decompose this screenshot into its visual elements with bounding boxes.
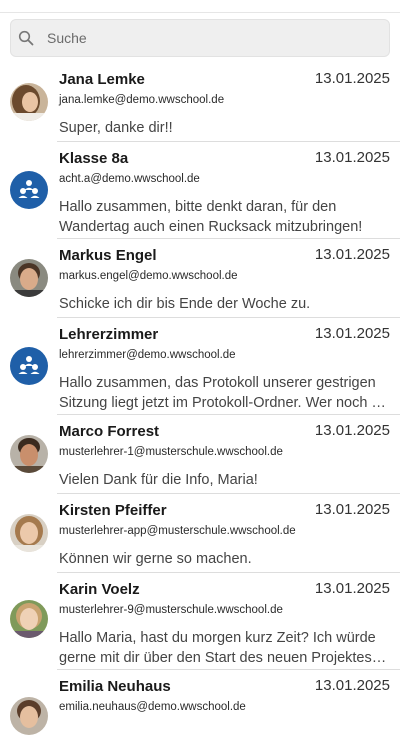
conversation-item[interactable]: Klasse 8a 13.01.2025 acht.a@demo.wwschoo…	[0, 142, 400, 239]
conversation-item[interactable]: Kirsten Pfeiffer 13.01.2025 musterlehrer…	[0, 494, 400, 573]
group-avatar	[10, 347, 48, 385]
contact-email: musterlehrer-app@musterschule.wwschool.d…	[59, 525, 296, 537]
contact-name: Marco Forrest	[59, 423, 160, 440]
contact-name: Emilia Neuhaus	[59, 678, 171, 695]
message-date: 13.01.2025	[314, 422, 390, 439]
contact-name: Jana Lemke	[59, 71, 145, 88]
conversation-item[interactable]: Jana Lemke 13.01.2025 jana.lemke@demo.ww…	[0, 63, 400, 142]
contact-email: lehrerzimmer@demo.wwschool.de	[59, 349, 236, 361]
contact-email: markus.engel@demo.wwschool.de	[59, 270, 238, 282]
contact-email: musterlehrer-9@musterschule.wwschool.de	[59, 604, 283, 616]
message-date: 13.01.2025	[314, 246, 390, 263]
message-date: 13.01.2025	[314, 149, 390, 166]
contact-email: jana.lemke@demo.wwschool.de	[59, 94, 225, 106]
conversation-item[interactable]: Markus Engel 13.01.2025 markus.engel@dem…	[0, 239, 400, 318]
avatar	[10, 259, 48, 297]
contact-name: Klasse 8a	[59, 150, 129, 167]
contact-name: Kirsten Pfeiffer	[59, 502, 167, 519]
conversation-item[interactable]: Emilia Neuhaus 13.01.2025 emilia.neuhaus…	[0, 670, 400, 735]
message-date: 13.01.2025	[314, 501, 390, 518]
contact-name: Markus Engel	[59, 247, 157, 264]
contact-email: emilia.neuhaus@demo.wwschool.de	[59, 701, 246, 713]
contact-name: Lehrerzimmer	[59, 326, 159, 343]
contact-email: acht.a@demo.wwschool.de	[59, 173, 200, 185]
search-icon	[18, 30, 34, 46]
message-preview: Schicke ich dir bis Ende der Woche zu.	[59, 296, 311, 312]
avatar	[10, 600, 48, 638]
message-preview: Hallo zusammen, bitte denkt daran, für d…	[59, 199, 363, 235]
search-input[interactable]: Suche	[47, 30, 87, 46]
avatar	[10, 83, 48, 121]
conversation-item[interactable]: Marco Forrest 13.01.2025 musterlehrer-1@…	[0, 415, 400, 494]
group-icon	[17, 179, 41, 201]
message-date: 13.01.2025	[314, 677, 390, 694]
message-preview: Hallo Maria, hast du morgen kurz Zeit? I…	[59, 630, 376, 666]
avatar	[10, 697, 48, 735]
message-preview: Super, danke dir!!	[59, 120, 173, 136]
avatar	[10, 514, 48, 552]
search-bar[interactable]: Suche	[10, 19, 390, 57]
top-divider	[0, 12, 400, 13]
message-date: 13.01.2025	[314, 325, 390, 342]
message-preview: Vielen Dank für die Info, Maria!	[59, 472, 258, 488]
conversation-item[interactable]: Lehrerzimmer 13.01.2025 lehrerzimmer@dem…	[0, 318, 400, 415]
group-avatar	[10, 171, 48, 209]
message-date: 13.01.2025	[314, 580, 390, 597]
avatar	[10, 435, 48, 473]
message-preview: Hallo zusammen, das Protokoll unserer ge…	[59, 375, 386, 411]
group-icon	[17, 355, 41, 377]
message-date: 13.01.2025	[314, 70, 390, 87]
message-preview: Können wir gerne so machen.	[59, 551, 252, 567]
conversation-item[interactable]: Karin Voelz 13.01.2025 musterlehrer-9@mu…	[0, 573, 400, 670]
contact-name: Karin Voelz	[59, 581, 140, 598]
contact-email: musterlehrer-1@musterschule.wwschool.de	[59, 446, 283, 458]
